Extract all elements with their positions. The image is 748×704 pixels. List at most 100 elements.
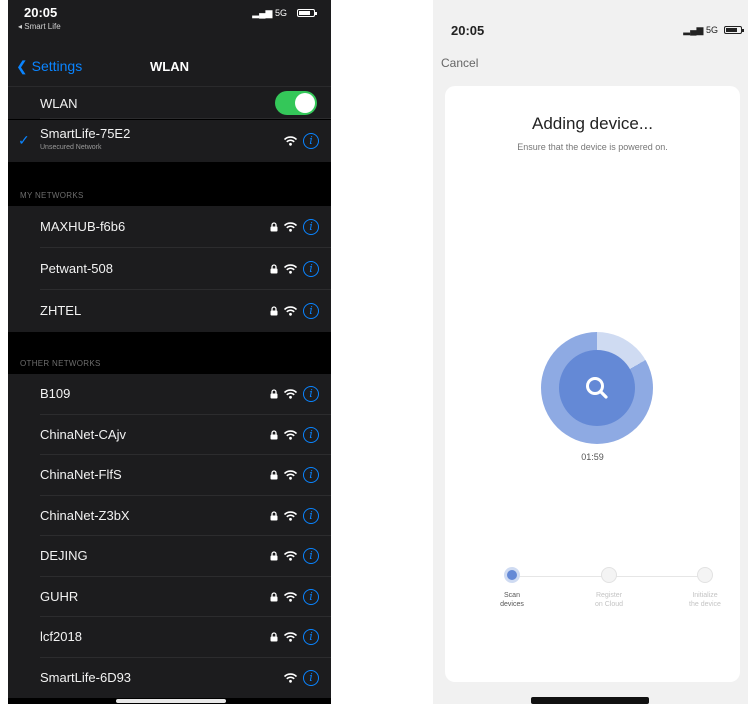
search-icon <box>586 377 608 399</box>
page-title: Adding device... <box>532 114 653 133</box>
step-label: Register on Cloud <box>594 592 624 608</box>
signal-indicator: ▂▄▆ 5G <box>683 25 718 35</box>
back-to-app-link[interactable]: ◂ Smart Life <box>18 22 61 31</box>
instruction-text: Ensure that the device is powered on. <box>517 142 668 152</box>
wifi-icon <box>284 672 297 683</box>
info-icon[interactable]: i <box>303 467 319 484</box>
network-row[interactable]: ChinaNet-CAjv i <box>8 414 331 455</box>
connected-network-row[interactable]: ✓ SmartLife-75E2 Unsecured Network i <box>8 120 331 162</box>
network-name: GUHR <box>40 588 79 604</box>
network-name: ChinaNet-FlfS <box>40 467 122 482</box>
wifi-icon <box>284 306 297 316</box>
status-bar: 20:05 ◂ Smart Life ▂▄▆ 5G <box>8 0 331 48</box>
lock-icon <box>270 592 278 602</box>
battery-icon <box>724 26 744 34</box>
lock-icon <box>270 511 278 521</box>
network-name: SmartLife-75E2 <box>40 126 131 141</box>
scan-progress-ring <box>541 332 653 444</box>
info-icon[interactable]: i <box>303 219 319 235</box>
wifi-icon <box>284 264 297 274</box>
info-icon[interactable]: i <box>303 261 319 277</box>
adding-device-card: Adding device... Ensure that the device … <box>445 86 740 682</box>
wlan-toggle[interactable] <box>275 91 317 115</box>
info-icon[interactable]: i <box>303 669 319 686</box>
network-row[interactable]: DEJING i <box>8 536 331 577</box>
step-initialize-device: Initialize the device <box>675 567 735 609</box>
step-indicator <box>601 567 617 583</box>
lock-icon <box>270 264 278 274</box>
lock-icon <box>270 306 278 316</box>
signal-indicator: ▂▄▆ 5G <box>252 8 287 18</box>
wifi-icon <box>284 510 297 521</box>
lock-icon <box>270 632 278 642</box>
wifi-icon <box>284 222 297 232</box>
network-name: MAXHUB-f6b6 <box>40 219 126 234</box>
lock-icon <box>270 430 278 440</box>
network-type: 5G <box>274 8 287 18</box>
step-register-on-cloud: Register on Cloud <box>579 567 639 609</box>
status-time: 20:05 <box>24 5 58 20</box>
home-indicator <box>116 699 226 703</box>
info-icon[interactable]: i <box>303 588 319 605</box>
step-label: Scan devices <box>500 592 524 608</box>
network-name: ChinaNet-CAjv <box>40 426 126 442</box>
adding-device-screen: 20:05 ▂▄▆ 5G Cancel Adding device... Ens… <box>433 0 748 704</box>
info-icon[interactable]: i <box>303 386 319 403</box>
wlan-toggle-row: WLAN <box>8 87 331 119</box>
network-name: DEJING <box>40 548 88 563</box>
wifi-icon <box>284 389 297 399</box>
network-name: ChinaNet-Z3bX <box>40 507 130 523</box>
other-networks-header: OTHER NETWORKS <box>8 332 331 374</box>
step-label: Initialize the device <box>689 592 721 608</box>
wifi-icon <box>284 591 297 602</box>
network-row[interactable]: MAXHUB-f6b6 i <box>8 206 331 248</box>
other-networks-header-label: OTHER NETWORKS <box>20 359 101 368</box>
lock-icon <box>270 222 278 232</box>
network-security-status: Unsecured Network <box>40 144 102 151</box>
step-indicator <box>697 567 713 583</box>
checkmark-icon: ✓ <box>18 132 30 148</box>
network-name: SmartLife-6D93 <box>40 669 132 685</box>
page-title: WLAN <box>150 59 189 74</box>
home-indicator <box>531 697 649 704</box>
info-icon[interactable]: i <box>303 507 319 524</box>
network-name: ZHTEL <box>40 303 82 318</box>
wlan-settings-screen: 20:05 ◂ Smart Life ▂▄▆ 5G ❮ Settings WLA… <box>8 0 331 704</box>
info-icon[interactable]: i <box>303 133 319 149</box>
info-icon[interactable]: i <box>303 629 319 646</box>
wifi-icon <box>284 429 297 440</box>
step-indicator <box>504 567 520 583</box>
network-row[interactable]: GUHR i <box>8 576 331 617</box>
wifi-icon <box>284 136 297 146</box>
battery-icon <box>297 9 317 17</box>
network-row[interactable]: ChinaNet-Z3bX i <box>8 495 331 536</box>
step-scan-devices: Scan devices <box>482 567 542 609</box>
cancel-button[interactable]: Cancel <box>441 56 478 70</box>
lock-icon <box>270 470 278 480</box>
lock-icon <box>270 551 278 561</box>
info-icon[interactable]: i <box>303 426 319 443</box>
wifi-icon <box>284 551 297 561</box>
my-networks-header: MY NETWORKS <box>8 162 331 206</box>
wlan-label: WLAN <box>40 96 78 111</box>
info-icon[interactable]: i <box>303 303 319 319</box>
network-row[interactable]: ChinaNet-FlfS i <box>8 455 331 496</box>
wifi-icon <box>284 470 297 480</box>
network-type: 5G <box>705 25 718 35</box>
wifi-icon <box>284 632 297 642</box>
info-icon[interactable]: i <box>303 548 319 565</box>
lock-icon <box>270 389 278 399</box>
network-name: B109 <box>40 386 71 401</box>
network-row[interactable]: Petwant-508 i <box>8 248 331 290</box>
network-row[interactable]: SmartLife-6D93 i <box>8 657 331 698</box>
network-row[interactable]: ZHTEL i <box>8 290 331 332</box>
navigation-bar: ❮ Settings WLAN <box>8 48 331 87</box>
network-row[interactable]: lcf2018 i <box>8 617 331 658</box>
network-name: lcf2018 <box>40 629 82 644</box>
network-row[interactable]: B109 i <box>8 374 331 415</box>
countdown-timer: 01:59 <box>581 452 604 462</box>
my-networks-header-label: MY NETWORKS <box>20 191 84 200</box>
scan-button <box>559 350 635 426</box>
network-name: Petwant-508 <box>40 261 113 276</box>
status-time: 20:05 <box>451 23 485 38</box>
